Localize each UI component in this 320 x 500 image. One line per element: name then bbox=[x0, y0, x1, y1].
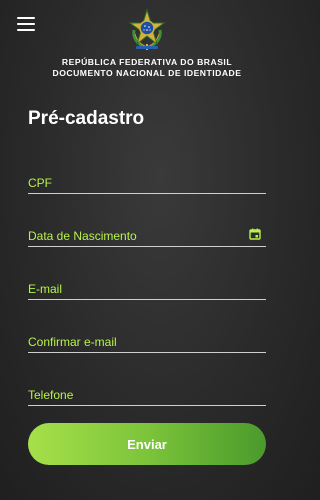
submit-button[interactable]: Enviar bbox=[28, 423, 266, 465]
confirm-email-field[interactable]: Confirmar e-mail bbox=[28, 332, 266, 353]
menu-bar bbox=[17, 17, 35, 19]
calendar-icon[interactable] bbox=[249, 228, 261, 240]
header-title: REPÚBLICA FEDERATIVA DO BRASIL DOCUMENTO… bbox=[0, 57, 294, 79]
email-field[interactable]: E-mail bbox=[28, 279, 266, 300]
cpf-label: CPF bbox=[28, 176, 52, 190]
birth-date-label: Data de Nascimento bbox=[28, 229, 137, 243]
email-label: E-mail bbox=[28, 282, 63, 296]
phone-field[interactable]: Telefone bbox=[28, 385, 266, 406]
confirm-email-label: Confirmar e-mail bbox=[28, 335, 117, 349]
page-title: Pré-cadastro bbox=[28, 108, 145, 129]
menu-bar bbox=[17, 29, 35, 31]
cpf-field[interactable]: CPF bbox=[28, 173, 266, 194]
menu-bar bbox=[17, 23, 35, 25]
birth-date-field[interactable]: Data de Nascimento bbox=[28, 226, 266, 247]
header-line-republic: REPÚBLICA FEDERATIVA DO BRASIL bbox=[61, 57, 233, 67]
header-line-document: DOCUMENTO NACIONAL DE IDENTIDADE bbox=[52, 68, 242, 78]
brazil-emblem-icon bbox=[128, 8, 166, 50]
phone-label: Telefone bbox=[28, 388, 74, 402]
hamburger-menu-icon[interactable] bbox=[17, 17, 35, 31]
